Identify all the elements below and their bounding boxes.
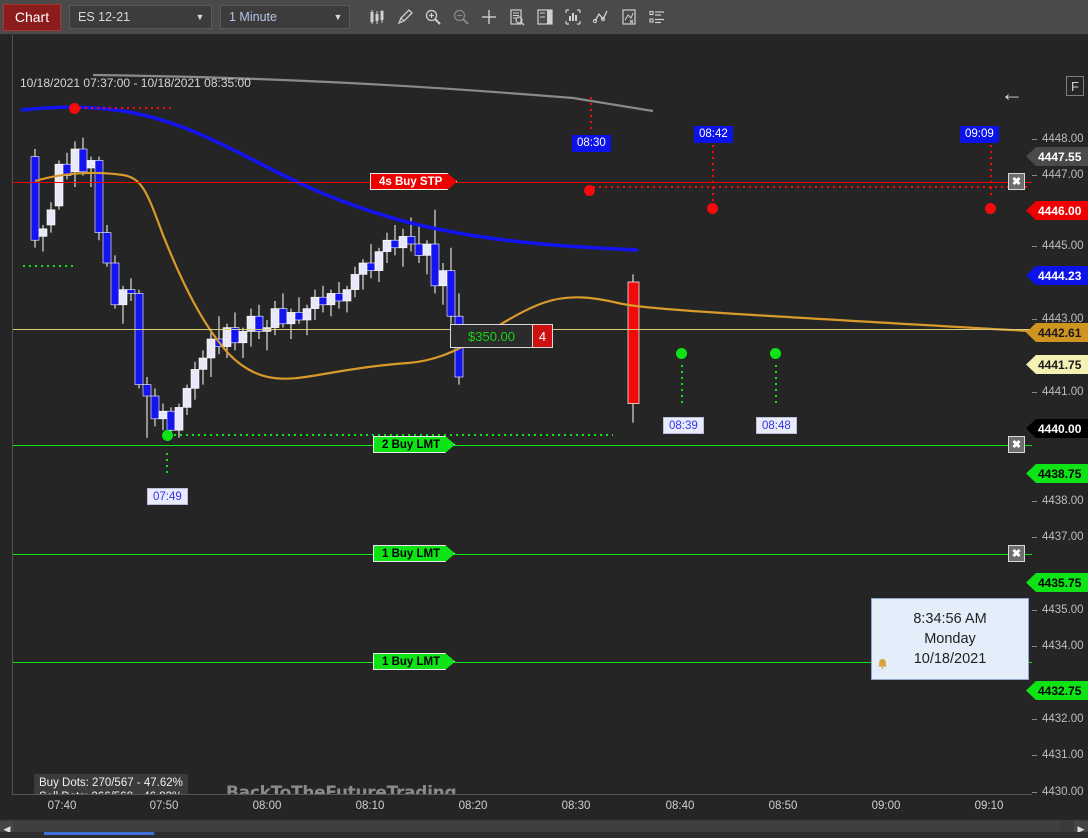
price-tick: 4448.00 <box>1032 132 1088 146</box>
clock-time: 8:34:56 AM <box>913 611 987 627</box>
price-tick: 4432.00 <box>1032 712 1088 726</box>
price-tick: 4431.00 <box>1032 748 1088 762</box>
buy-limit-2-price-tag[interactable]: 4435.75 <box>1026 573 1088 592</box>
indicators-icon[interactable] <box>560 4 586 30</box>
clock-tooltip: 8:34:56 AM Monday 10/18/2021 <box>871 598 1029 680</box>
sell-signal-dot <box>707 203 718 214</box>
time-tick: 07:50 <box>149 800 179 812</box>
strategies-icon[interactable] <box>588 4 614 30</box>
price-tick: 4434.00 <box>1032 639 1088 653</box>
time-bubble-0842: 08:42 <box>694 126 733 143</box>
chevron-down-icon: ▼ <box>195 12 205 22</box>
bid-ask-price-tag[interactable]: 4444.23 <box>1026 266 1088 285</box>
dots-stats-box: Buy Dots: 270/567 - 47.62% Sell Dots: 26… <box>34 774 188 794</box>
time-tick: 08:00 <box>252 800 282 812</box>
ninjatrader-chart-window: Chart ES 12-21 ▼ 1 Minute ▼ 4s Buy STP ✖… <box>0 0 1088 838</box>
last-price-tag[interactable]: 4447.55 <box>1026 147 1088 166</box>
chart-trader-panel-icon[interactable] <box>532 4 558 30</box>
order-buy-lmt-2-line[interactable] <box>13 554 1032 555</box>
position-pnl-box[interactable]: $350.00 4 <box>450 324 553 348</box>
time-bubble-0749: 07:49 <box>147 488 188 505</box>
time-bubble-0830: 08:30 <box>572 135 611 152</box>
time-tick: 08:40 <box>665 800 695 812</box>
sell-signal-dot <box>584 185 595 196</box>
order-buy-lmt-2-tag[interactable]: 1 Buy LMT <box>373 545 455 562</box>
properties-list-icon[interactable] <box>644 4 670 30</box>
buy-dots-stat: Buy Dots: 270/567 - 47.62% <box>39 777 183 789</box>
chart-tab[interactable]: Chart <box>3 3 61 31</box>
instrument-selector[interactable]: ES 12-21 ▼ <box>69 5 212 29</box>
position-price-tag[interactable]: 4441.75 <box>1026 355 1088 374</box>
chevron-down-icon: ▼ <box>333 12 343 22</box>
sell-signal-dot <box>69 103 80 114</box>
price-series-canvas <box>20 73 1030 475</box>
status-accent <box>44 832 154 835</box>
order-buy-stp-cancel-icon[interactable]: ✖ <box>1008 173 1025 190</box>
time-bubble-0839: 08:39 <box>663 417 704 434</box>
price-tick: 4441.00 <box>1032 385 1088 399</box>
order-buy-lmt-3-tag[interactable]: 1 Buy LMT <box>373 653 455 670</box>
clock-weekday: Monday <box>924 631 976 647</box>
time-tick: 07:40 <box>47 800 77 812</box>
order-buy-stp-line[interactable] <box>13 182 1032 183</box>
time-bubble-0909: 09:09 <box>960 126 999 143</box>
clock-date: 10/18/2021 <box>913 651 987 667</box>
buy-signal-dot <box>770 348 781 359</box>
time-axis[interactable]: 07:40 07:50 08:00 08:10 08:20 08:30 08:40 08:50… <box>0 795 1088 819</box>
zoom-out-icon[interactable] <box>448 4 474 30</box>
sell-signal-dot <box>985 203 996 214</box>
price-tick: 4437.00 <box>1032 530 1088 544</box>
buy-limit-1-price-tag[interactable]: 4438.75 <box>1026 464 1088 483</box>
price-tick: 4438.00 <box>1032 494 1088 508</box>
f-badge[interactable]: F <box>1066 76 1084 96</box>
candlestick-type-icon[interactable] <box>364 4 390 30</box>
order-buy-stp-tag[interactable]: 4s Buy STP <box>370 173 457 190</box>
price-tick: 4435.00 <box>1032 603 1088 617</box>
order-buy-lmt-2-cancel-icon[interactable]: ✖ <box>1008 545 1025 562</box>
bell-icon <box>877 656 888 676</box>
instrument-label: ES 12-21 <box>78 10 131 24</box>
order-buy-lmt-1-cancel-icon[interactable]: ✖ <box>1008 436 1025 453</box>
time-tick: 08:30 <box>561 800 591 812</box>
zoom-in-icon[interactable] <box>420 4 446 30</box>
chart-date-range-header: 10/18/2021 07:37:00 - 10/18/2021 08:35:0… <box>20 76 251 90</box>
time-tick: 08:50 <box>768 800 798 812</box>
watermark-text: BackToTheFutureTrading <box>226 783 457 795</box>
crosshair-icon[interactable] <box>476 4 502 30</box>
close-price-tag[interactable]: 4440.00 <box>1026 419 1088 438</box>
toolbar-icon-group <box>362 4 670 30</box>
back-arrow-icon[interactable]: ← <box>997 80 1027 106</box>
order-buy-lmt-1-tag[interactable]: 2 Buy LMT <box>373 436 455 453</box>
chart-plot-area[interactable]: 4s Buy STP ✖ 2 Buy LMT ✖ 1 Buy LMT ✖ 1 Buy LMT… <box>12 35 1032 795</box>
time-tick: 09:10 <box>974 800 1004 812</box>
price-tick: 4447.00 <box>1032 168 1088 182</box>
time-tick: 08:20 <box>458 800 488 812</box>
time-bubble-0848: 08:48 <box>756 417 797 434</box>
interval-label: 1 Minute <box>229 10 277 24</box>
chart-frame: 4s Buy STP ✖ 2 Buy LMT ✖ 1 Buy LMT ✖ 1 Buy LMT… <box>0 35 1088 838</box>
price-tick: 4445.00 <box>1032 239 1088 253</box>
time-tick: 09:00 <box>871 800 901 812</box>
indicator-price-tag[interactable]: 4442.61 <box>1026 323 1088 342</box>
order-buy-lmt-1-line[interactable] <box>13 445 1032 446</box>
chart-template-icon[interactable] <box>616 4 642 30</box>
status-bar <box>0 832 1088 838</box>
stop-order-price-tag[interactable]: 4446.00 <box>1026 201 1088 220</box>
time-tick: 08:10 <box>355 800 385 812</box>
interval-selector[interactable]: 1 Minute ▼ <box>220 5 350 29</box>
price-axis[interactable]: F 4448.00 4447.00 4445.00 4443.00 4441.00 443… <box>1026 70 1088 838</box>
drawing-tools-pencil-icon[interactable] <box>392 4 418 30</box>
data-series-icon[interactable] <box>504 4 530 30</box>
chart-toolbar: Chart ES 12-21 ▼ 1 Minute ▼ <box>0 0 1088 35</box>
position-quantity: 4 <box>532 325 552 347</box>
buy-limit-3-price-tag[interactable]: 4432.75 <box>1026 681 1088 700</box>
buy-signal-dot <box>162 430 173 441</box>
position-pnl-value: $350.00 <box>451 325 532 347</box>
buy-signal-dot <box>676 348 687 359</box>
